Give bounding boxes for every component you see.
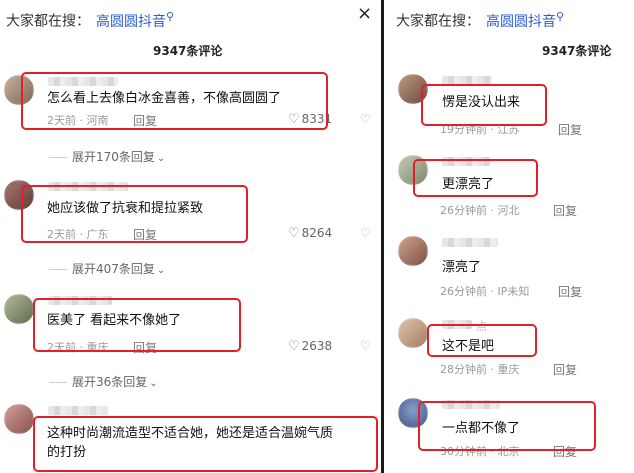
comment-meta: 28分钟前 · 重庆: [440, 363, 520, 376]
search-suggestion[interactable]: 大家都在搜： 高圆圆抖音⚲: [396, 10, 564, 31]
highlight-box: [427, 324, 537, 357]
avatar[interactable]: [4, 294, 34, 324]
highlight-box: [21, 185, 248, 243]
search-icon: ⚲: [166, 10, 175, 23]
divider: [49, 157, 67, 158]
dislike-icon[interactable]: ♡: [360, 226, 371, 240]
reply-button[interactable]: 回复: [553, 361, 577, 378]
comments-panel-right: 大家都在搜： 高圆圆抖音⚲ 9347条评论 愣是没认出来 19分钟前 · 江苏 回…: [384, 0, 634, 473]
highlight-box: [33, 416, 378, 472]
expand-replies-button[interactable]: 展开407条回复 ⌄: [49, 260, 165, 277]
like-button[interactable]: ♡ 2638: [288, 339, 332, 354]
comment-count: 9347条评论: [153, 44, 223, 58]
expand-label: 展开170条回复: [72, 150, 155, 164]
comment-count: 9347条评论: [542, 44, 612, 58]
chevron-down-icon: ⌄: [156, 265, 166, 276]
dislike-icon[interactable]: ♡: [360, 339, 371, 353]
avatar-image: [398, 318, 428, 348]
nickname-blurred[interactable]: [48, 406, 108, 415]
comment-text: 漂亮了: [442, 260, 482, 275]
expand-label: 展开407条回复: [72, 262, 155, 276]
like-button[interactable]: ♡ 8264: [288, 226, 332, 241]
close-icon[interactable]: ×: [357, 4, 372, 24]
highlight-box: [418, 401, 596, 451]
reply-button[interactable]: 回复: [558, 283, 582, 300]
search-keyword-link[interactable]: 高圆圆抖音: [96, 14, 166, 30]
search-keyword-link[interactable]: 高圆圆抖音: [486, 14, 556, 30]
search-suggestion[interactable]: 大家都在搜： 高圆圆抖音⚲: [6, 10, 174, 31]
search-prefix: 大家都在搜：: [6, 13, 90, 30]
like-count: 2638: [301, 339, 333, 353]
divider: [49, 382, 67, 383]
avatar-image: [4, 404, 34, 434]
avatar-image: [398, 236, 428, 266]
heart-icon: ♡: [288, 339, 300, 354]
dislike-icon[interactable]: ♡: [360, 112, 371, 126]
like-count: 8264: [301, 226, 333, 240]
search-prefix: 大家都在搜：: [396, 13, 480, 30]
highlight-box: [413, 159, 538, 197]
chevron-down-icon: ⌄: [156, 153, 166, 164]
avatar[interactable]: [398, 236, 428, 266]
comment-meta: 26分钟前 · 河北: [440, 204, 520, 217]
comments-panel-left: 大家都在搜： 高圆圆抖音⚲ × 9347条评论 怎么看上去像白冰金喜善，不像高圆圆…: [0, 0, 381, 473]
reply-button[interactable]: 回复: [558, 121, 582, 138]
comment-item: 漂亮了 26分钟前 · IP未知 回复: [384, 236, 634, 299]
expand-label: 展开36条回复: [72, 375, 148, 389]
highlight-box: [21, 72, 328, 130]
highlight-box: [33, 298, 241, 352]
chevron-down-icon: ⌄: [149, 378, 158, 389]
divider: [49, 269, 67, 270]
heart-icon: ♡: [288, 226, 300, 241]
avatar[interactable]: [4, 404, 34, 434]
reply-button[interactable]: 回复: [553, 202, 577, 219]
nickname-blurred[interactable]: [442, 238, 498, 247]
avatar[interactable]: [398, 318, 428, 348]
avatar-image: [4, 294, 34, 324]
highlight-box: [421, 84, 547, 126]
expand-replies-button[interactable]: 展开170条回复 ⌄: [49, 148, 165, 165]
expand-replies-button[interactable]: 展开36条回复 ⌄: [49, 373, 158, 390]
search-icon: ⚲: [556, 10, 565, 23]
comment-meta: 26分钟前 · IP未知: [440, 285, 530, 298]
